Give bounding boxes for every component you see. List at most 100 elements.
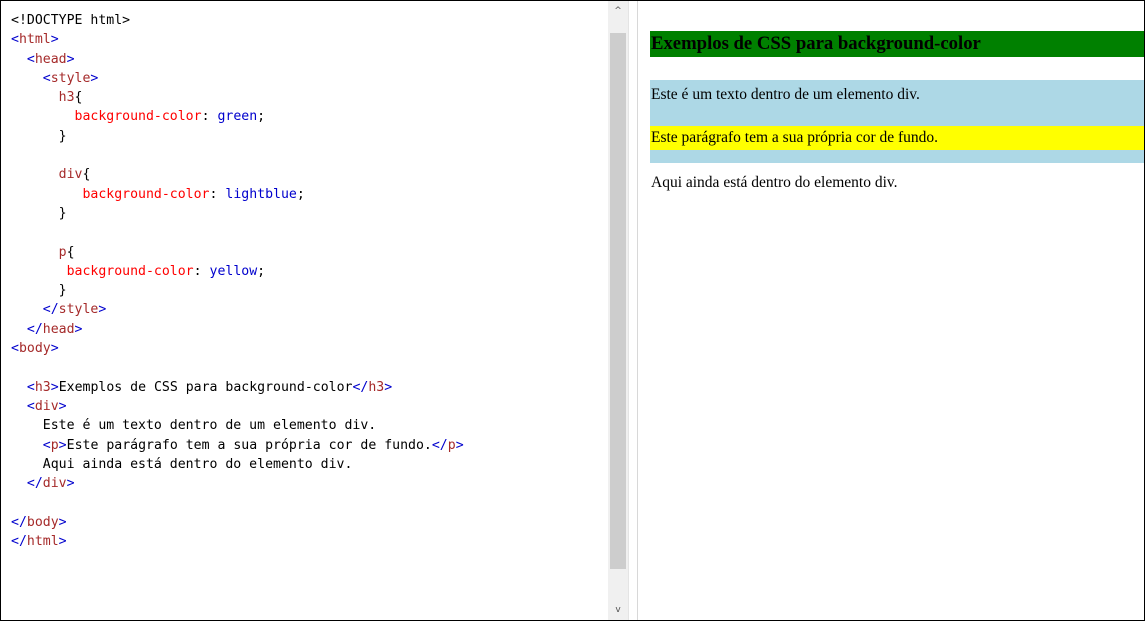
- chevron-up-icon[interactable]: ^: [608, 1, 628, 21]
- code-token: h3: [58, 90, 75, 106]
- code-token: h3: [34, 379, 51, 395]
- pane-divider[interactable]: [628, 1, 638, 620]
- code-token: >: [98, 302, 107, 318]
- code-token: <: [42, 70, 51, 86]
- code-token: >: [90, 70, 99, 86]
- code-line: background-color: green;: [11, 107, 464, 126]
- code-line: }: [11, 281, 464, 300]
- code-token: div: [42, 476, 67, 492]
- editor-scrollbar[interactable]: ^ v: [608, 1, 628, 620]
- code-line: p{: [11, 243, 464, 262]
- code-token: Exemplos de CSS para background-color: [58, 379, 353, 395]
- preview-div: Este é um texto dentro de um elemento di…: [650, 80, 1144, 191]
- code-token: <!DOCTYPE html>: [11, 13, 131, 28]
- code-text[interactable]: <!DOCTYPE html> <html> <head> <style> h3{…: [11, 11, 464, 551]
- code-token: yellow: [209, 263, 258, 279]
- code-token: }: [11, 205, 67, 221]
- code-token: p: [447, 437, 456, 453]
- code-token: ;: [296, 186, 305, 202]
- code-line: <div>: [11, 397, 464, 416]
- code-line: </style>: [11, 300, 464, 319]
- code-token: >: [58, 514, 67, 530]
- code-token: >: [50, 32, 59, 48]
- code-line: Este é um texto dentro de um elemento di…: [11, 416, 464, 435]
- code-token: <: [26, 51, 35, 67]
- code-token: <: [11, 32, 19, 48]
- code-token: Aqui ainda está dentro do elemento div.: [11, 456, 353, 472]
- tryit-window: <!DOCTYPE html> <html> <head> <style> h3{…: [0, 0, 1145, 621]
- code-token: :: [193, 263, 210, 279]
- code-token: green: [217, 109, 258, 125]
- code-token: >: [74, 321, 83, 337]
- code-token: </: [26, 321, 43, 337]
- code-line: <body>: [11, 339, 464, 358]
- code-token: style: [50, 70, 91, 86]
- code-line: </head>: [11, 320, 464, 339]
- code-token: html: [26, 534, 59, 550]
- code-token: h3: [368, 379, 385, 395]
- scrollbar-thumb[interactable]: [610, 33, 626, 569]
- code-token: </: [11, 514, 27, 530]
- code-line: h3{: [11, 88, 464, 107]
- code-token: </: [431, 437, 448, 453]
- code-token: }: [11, 128, 67, 144]
- code-line: div{: [11, 165, 464, 184]
- code-line: </html>: [11, 532, 464, 551]
- code-token: ;: [257, 263, 266, 279]
- code-token: div: [34, 398, 59, 414]
- code-line: <style>: [11, 69, 464, 88]
- code-line: background-color: lightblue;: [11, 185, 464, 204]
- code-token: html: [18, 32, 51, 48]
- code-token: body: [18, 341, 51, 357]
- code-token: {: [82, 167, 91, 183]
- code-token: background-color: [66, 263, 194, 279]
- code-token: head: [34, 51, 67, 67]
- code-token: {: [66, 244, 75, 260]
- result-preview: Exemplos de CSS para background-color Es…: [638, 1, 1144, 620]
- preview-div-text-2: Aqui ainda está dentro do elemento div.: [651, 174, 898, 191]
- code-token: background-color: [74, 109, 202, 125]
- code-token: {: [74, 90, 83, 106]
- preview-heading: Exemplos de CSS para background-color: [650, 31, 1144, 57]
- chevron-down-icon[interactable]: v: [608, 600, 628, 620]
- code-token: style: [58, 302, 99, 318]
- code-line: }: [11, 204, 464, 223]
- preview-div-text-1: Este é um texto dentro de um elemento di…: [651, 86, 920, 103]
- code-line: </div>: [11, 474, 464, 493]
- code-token: >: [50, 379, 59, 395]
- preview-paragraph-text: Este parágrafo tem a sua própria cor de …: [651, 129, 939, 146]
- code-token: >: [58, 398, 67, 414]
- code-token: >: [58, 437, 67, 453]
- code-token: ;: [257, 109, 266, 125]
- code-token: </: [11, 534, 27, 550]
- code-token: }: [11, 283, 67, 299]
- code-line: <!DOCTYPE html>: [11, 11, 464, 30]
- code-editor[interactable]: <!DOCTYPE html> <html> <head> <style> h3{…: [1, 1, 608, 620]
- code-token: <: [11, 341, 19, 357]
- code-token: </: [352, 379, 369, 395]
- code-line: </body>: [11, 513, 464, 532]
- code-token: :: [201, 109, 218, 125]
- code-token: :: [209, 186, 226, 202]
- code-token: >: [50, 341, 59, 357]
- code-token: Este é um texto dentro de um elemento di…: [11, 418, 377, 434]
- code-token: head: [42, 321, 75, 337]
- code-token: Este parágrafo tem a sua própria cor de …: [66, 437, 432, 453]
- code-token: >: [455, 437, 464, 453]
